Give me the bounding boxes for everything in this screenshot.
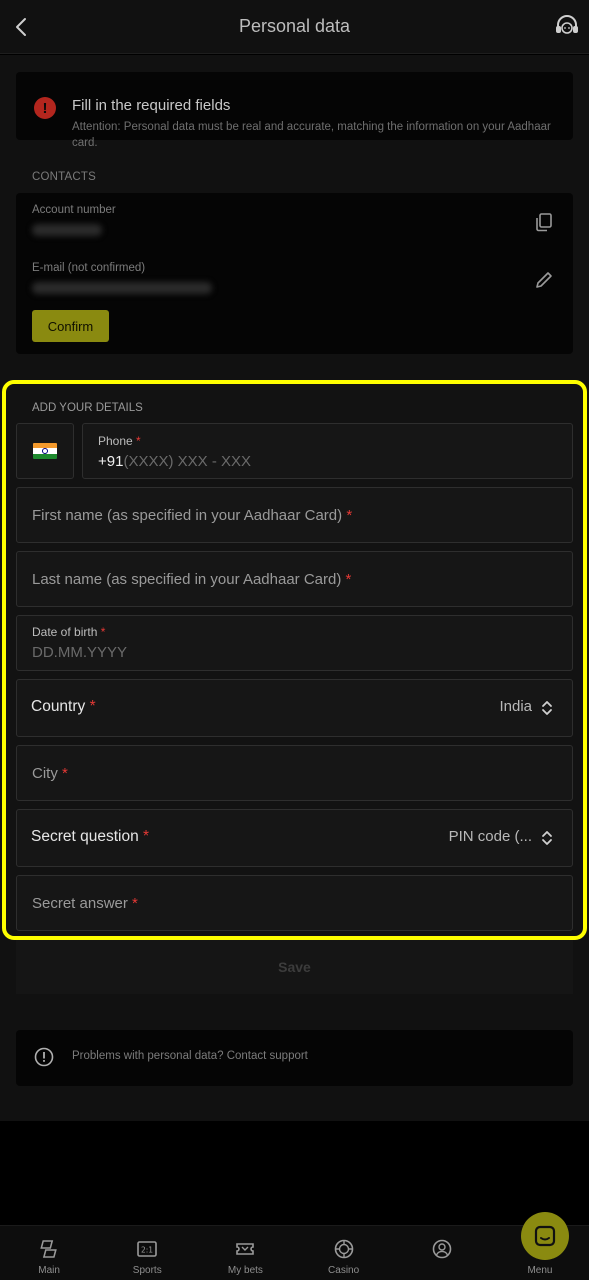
phone-mask: (XXXX) XXX - XXX — [123, 453, 251, 470]
help-text: Problems with personal data? Contact sup… — [72, 1050, 308, 1062]
account-number-value-redacted — [32, 224, 102, 236]
tab-sports[interactable]: 2:1 Sports — [98, 1226, 196, 1280]
main-icon — [40, 1240, 57, 1258]
exclamation-icon: ! — [34, 97, 56, 119]
tab-casino[interactable]: Casino — [295, 1226, 393, 1280]
contacts-card: Account number E-mail (not confirmed) Co… — [16, 193, 573, 354]
details-section-label: ADD YOUR DETAILS — [32, 402, 143, 414]
top-bar: Personal data — [0, 0, 589, 54]
headset-icon — [556, 15, 578, 34]
svg-text:2:1: 2:1 — [141, 1246, 153, 1255]
page-content: ! Fill in the required fields Attention:… — [0, 55, 589, 1121]
casino-chip-icon — [334, 1239, 353, 1259]
copy-button[interactable] — [533, 211, 555, 233]
city-input[interactable]: City * — [16, 745, 573, 801]
date-of-birth-input[interactable]: Date of birth * DD.MM.YYYY — [16, 615, 573, 671]
sports-icon: 2:1 — [137, 1241, 158, 1257]
tab-my-bets[interactable]: My bets — [196, 1226, 294, 1280]
chevron-up-down-icon — [542, 831, 552, 845]
support-button[interactable] — [553, 12, 581, 40]
add-details-form: ADD YOUR DETAILS Phone * +91(XXXX) XXX -… — [2, 380, 587, 940]
first-name-input[interactable]: First name (as specified in your Aadhaar… — [16, 487, 573, 543]
country-value: India — [499, 698, 532, 715]
required-fields-alert: ! Fill in the required fields Attention:… — [16, 72, 573, 149]
phone-label: Phone — [98, 434, 133, 448]
secret-question-select[interactable]: Secret question * PIN code (... — [16, 809, 573, 867]
alert-title: Fill in the required fields — [72, 97, 231, 114]
copy-icon — [536, 213, 552, 232]
phone-input[interactable]: Phone * +91(XXXX) XXX - XXX — [82, 423, 573, 479]
account-number-label: Account number — [32, 204, 116, 216]
india-flag-icon — [33, 443, 57, 459]
chevron-up-down-icon — [542, 701, 552, 715]
confirm-email-button[interactable]: Confirm — [32, 310, 109, 342]
edit-email-button[interactable] — [533, 269, 555, 291]
alert-text: Attention: Personal data must be real an… — [72, 121, 551, 149]
secret-question-value: PIN code (... — [448, 828, 532, 845]
email-value-redacted — [32, 282, 212, 294]
contacts-section-label: CONTACTS — [32, 171, 96, 183]
bottom-tab-bar: Main 2:1 Sports My bets Casino Menu — [0, 1225, 589, 1280]
ticket-icon — [236, 1243, 255, 1255]
page-title: Personal data — [238, 16, 351, 36]
country-select[interactable]: Country * India — [16, 679, 573, 737]
chat-icon — [534, 1225, 556, 1247]
chat-button[interactable] — [521, 1212, 569, 1260]
account-icon — [432, 1239, 452, 1259]
save-button[interactable]: Save — [16, 940, 573, 994]
secret-answer-input[interactable]: Secret answer * — [16, 875, 573, 931]
pencil-icon — [536, 272, 552, 288]
tab-main[interactable]: Main — [0, 1226, 98, 1280]
contact-support-banner[interactable]: Problems with personal data? Contact sup… — [16, 1030, 573, 1086]
email-label: E-mail (not confirmed) — [32, 262, 146, 274]
info-circle-icon — [34, 1047, 54, 1067]
dob-placeholder: DD.MM.YYYY — [32, 644, 128, 661]
phone-prefix: +91 — [98, 453, 124, 470]
tab-account[interactable] — [393, 1226, 491, 1280]
country-code-selector[interactable] — [16, 423, 74, 479]
last-name-input[interactable]: Last name (as specified in your Aadhaar … — [16, 551, 573, 607]
